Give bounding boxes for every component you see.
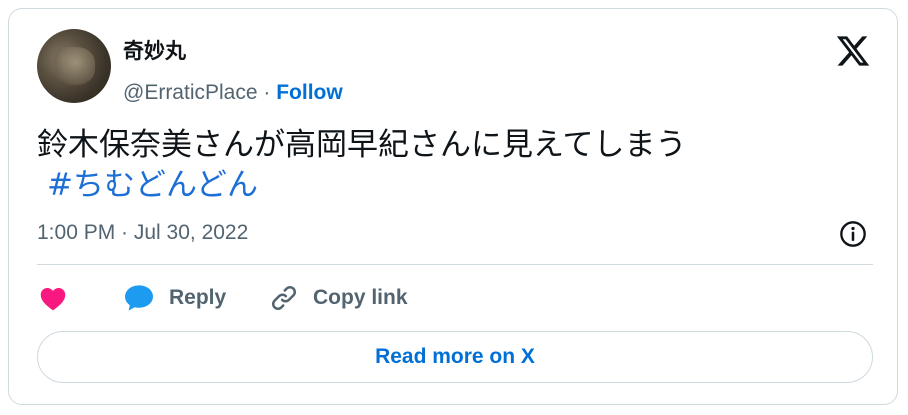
author-handle[interactable]: @ErraticPlace [123,81,258,104]
tweet-body: 鈴木保奈美さんが高岡早紀さんに見えてしまう [37,127,687,163]
copy-link-button[interactable]: Copy link [269,281,408,315]
reply-label: Reply [169,286,227,309]
tweet-text: 鈴木保奈美さんが高岡早紀さんに見えてしまう #ちむどんどん [37,125,686,205]
handle-separator: · [263,81,271,104]
author-display-name[interactable]: 奇妙丸 [123,35,186,65]
follow-link[interactable]: Follow [276,81,343,104]
speech-bubble-icon [125,285,153,311]
link-icon [271,285,297,311]
read-more-button[interactable]: Read more on X [37,331,873,383]
heart-icon [40,287,66,311]
copy-link-label: Copy link [313,286,408,309]
avatar[interactable] [37,29,111,103]
author-handle-row: @ErraticPlace · Follow [123,81,343,105]
embedded-tweet-card: 奇妙丸 @ErraticPlace · Follow 鈴木保奈美さんが高岡早紀さ… [8,8,898,405]
divider [37,264,873,265]
x-logo-icon[interactable] [835,33,871,69]
info-icon[interactable] [839,220,867,248]
reply-button[interactable]: Reply [123,281,226,315]
tweet-timestamp[interactable]: 1:00 PM · Jul 30, 2022 [37,221,248,245]
hashtag-link[interactable]: #ちむどんどん [47,165,686,205]
like-button[interactable] [39,281,67,315]
